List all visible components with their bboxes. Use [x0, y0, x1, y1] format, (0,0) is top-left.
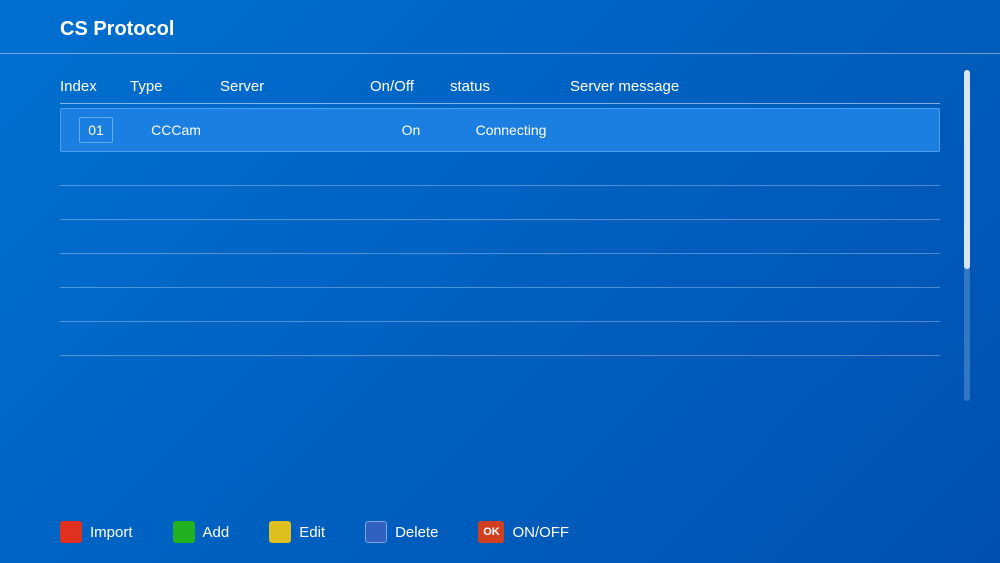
table-row[interactable]: [60, 222, 940, 254]
delete-button[interactable]: Delete: [365, 521, 438, 543]
cell-server: [220, 198, 370, 210]
cell-status: [450, 300, 570, 312]
scrollbar-thumb: [964, 70, 970, 269]
yellow-icon: [269, 521, 291, 543]
blue-icon: [365, 521, 387, 543]
cell-onoff: [370, 164, 450, 176]
cell-onoff: [370, 232, 450, 244]
page-title: CS Protocol: [60, 18, 174, 40]
col-header-server: Server: [220, 78, 370, 95]
col-header-status: status: [450, 78, 570, 95]
cell-servermsg: [570, 198, 940, 210]
table-row[interactable]: [60, 324, 940, 356]
onoff-button[interactable]: OK ON/OFF: [478, 521, 569, 543]
col-header-servermsg: Server message: [570, 78, 940, 95]
table-row[interactable]: [60, 290, 940, 322]
col-header-onoff: On/Off: [370, 78, 450, 95]
table-header: Index Type Server On/Off status Server m…: [60, 70, 940, 104]
cell-servermsg: [570, 334, 940, 346]
ok-icon: OK: [478, 521, 504, 543]
cell-type: [130, 300, 220, 312]
green-icon: [173, 521, 195, 543]
cell-index: [60, 232, 130, 244]
onoff-label: ON/OFF: [512, 524, 569, 541]
cell-server: [220, 164, 370, 176]
cell-index: [60, 334, 130, 346]
add-button[interactable]: Add: [173, 521, 230, 543]
cell-server: [220, 266, 370, 278]
main-container: CS Protocol Index Type Server On/Off sta…: [0, 0, 1000, 563]
cell-index: [60, 266, 130, 278]
footer: Import Add Edit Delete OK ON/OFF: [0, 501, 1000, 563]
cell-index: 01: [61, 109, 131, 151]
table-row[interactable]: [60, 188, 940, 220]
table-row[interactable]: 01 CCCam On Connecting: [60, 108, 940, 152]
cell-servermsg: [570, 164, 940, 176]
scrollbar-track[interactable]: [964, 70, 970, 401]
import-button[interactable]: Import: [60, 521, 133, 543]
edit-button[interactable]: Edit: [269, 521, 325, 543]
cell-type: [130, 334, 220, 346]
cell-status: Connecting: [451, 116, 571, 144]
cell-type: [130, 164, 220, 176]
cell-onoff: [370, 198, 450, 210]
delete-label: Delete: [395, 524, 438, 541]
cell-status: [450, 198, 570, 210]
cell-servermsg: [570, 232, 940, 244]
edit-label: Edit: [299, 524, 325, 541]
cell-status: [450, 266, 570, 278]
cell-onoff: [370, 266, 450, 278]
cell-onoff: [370, 334, 450, 346]
cell-server: [220, 300, 370, 312]
content-area: Index Type Server On/Off status Server m…: [0, 54, 1000, 501]
add-label: Add: [203, 524, 230, 541]
col-header-index: Index: [60, 78, 130, 95]
cell-servermsg: [570, 300, 940, 312]
cell-status: [450, 164, 570, 176]
cell-server: [221, 124, 371, 136]
cell-type: CCCam: [131, 116, 221, 144]
cell-index: [60, 300, 130, 312]
cell-type: [130, 232, 220, 244]
cell-type: [130, 198, 220, 210]
import-label: Import: [90, 524, 133, 541]
red-icon: [60, 521, 82, 543]
cell-onoff: [370, 300, 450, 312]
cell-index: [60, 198, 130, 210]
cell-onoff: On: [371, 116, 451, 144]
cell-server: [220, 232, 370, 244]
cell-servermsg: [571, 124, 939, 136]
cell-type: [130, 266, 220, 278]
cell-status: [450, 334, 570, 346]
cell-index: [60, 164, 130, 176]
title-bar: CS Protocol: [0, 0, 1000, 54]
cell-server: [220, 334, 370, 346]
table-row[interactable]: [60, 256, 940, 288]
cell-status: [450, 232, 570, 244]
table-row[interactable]: [60, 154, 940, 186]
cell-servermsg: [570, 266, 940, 278]
col-header-type: Type: [130, 78, 220, 95]
